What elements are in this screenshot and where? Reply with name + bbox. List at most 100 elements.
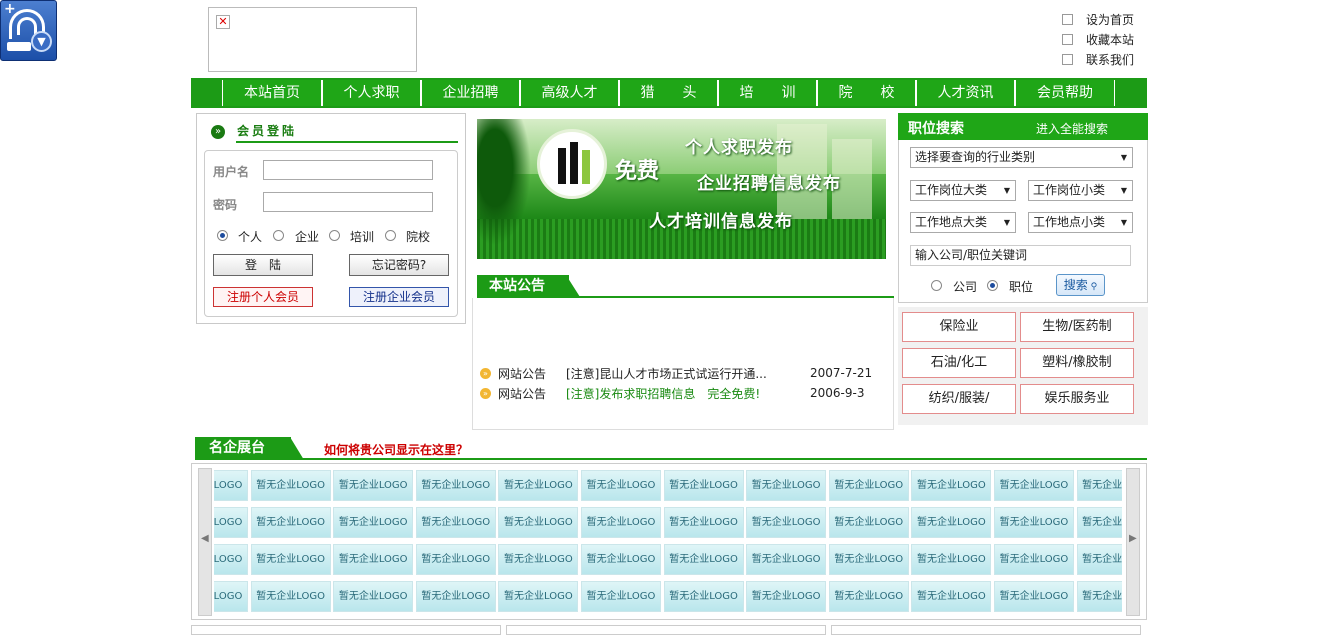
- launcher-widget[interactable]: + ▼: [0, 0, 57, 61]
- company-logo-placeholder[interactable]: 暂无企业LOGO: [333, 507, 414, 538]
- chevron-down-icon[interactable]: ▼: [31, 31, 52, 52]
- radio-school[interactable]: [385, 230, 396, 241]
- register-company-button[interactable]: 注册企业会员: [349, 287, 449, 307]
- scope-position-radio[interactable]: [987, 280, 998, 291]
- radio-person[interactable]: [217, 230, 228, 241]
- scope-company-radio[interactable]: [931, 280, 942, 291]
- nav-schools[interactable]: 院 校: [817, 80, 916, 106]
- company-logo-placeholder[interactable]: 暂无企业LOGO: [993, 544, 1074, 575]
- company-logo-placeholder[interactable]: 暂无企业LOGO: [911, 581, 992, 612]
- radio-training-label: 培训: [350, 230, 375, 244]
- dropdown-arrow-icon: ▼: [1003, 186, 1010, 195]
- nav-job-seeking[interactable]: 个人求职: [322, 80, 421, 106]
- company-logo-placeholder[interactable]: 暂无企业LOGO: [1076, 470, 1122, 501]
- company-logo-placeholder[interactable]: 暂无企业LOGO: [214, 470, 248, 501]
- scroll-left-button[interactable]: ◀: [198, 468, 212, 616]
- set-homepage-link[interactable]: 设为首页: [1062, 10, 1134, 28]
- industry-plastics[interactable]: 塑料/橡胶制: [1020, 348, 1134, 378]
- company-logo-placeholder[interactable]: 暂无企业LOGO: [415, 470, 496, 501]
- company-logo-placeholder[interactable]: 暂无企业LOGO: [498, 581, 579, 612]
- company-logo-placeholder[interactable]: 暂无企业LOGO: [663, 581, 744, 612]
- company-logo-placeholder[interactable]: 暂无企业LOGO: [498, 507, 579, 538]
- company-logo-placeholder[interactable]: 暂无企业LOGO: [746, 470, 827, 501]
- company-logo-placeholder[interactable]: 暂无企业LOGO: [828, 470, 909, 501]
- industry-biomedical[interactable]: 生物/医药制: [1020, 312, 1134, 342]
- company-logo-placeholder[interactable]: 暂无企业LOGO: [333, 544, 414, 575]
- company-logo-placeholder[interactable]: 暂无企业LOGO: [1076, 581, 1122, 612]
- notice-item[interactable]: » 网站公告 [注意]昆山人才市场正式试运行开通... 2007-7-21: [480, 364, 872, 382]
- location-minor-select[interactable]: 工作地点小类 ▼: [1028, 212, 1133, 233]
- company-logo-placeholder[interactable]: 暂无企业LOGO: [993, 581, 1074, 612]
- radio-company[interactable]: [273, 230, 284, 241]
- dropdown-arrow-icon: ▼: [1120, 153, 1127, 162]
- register-person-button[interactable]: 注册个人会员: [213, 287, 313, 307]
- featured-title: 名企展台: [195, 437, 291, 460]
- location-major-select[interactable]: 工作地点大类 ▼: [910, 212, 1016, 233]
- company-logo-placeholder[interactable]: 暂无企业LOGO: [911, 470, 992, 501]
- company-logo-placeholder[interactable]: 暂无企业LOGO: [663, 544, 744, 575]
- company-logo-placeholder[interactable]: 暂无企业LOGO: [828, 507, 909, 538]
- company-logo-placeholder[interactable]: 暂无企业LOGO: [993, 470, 1074, 501]
- nav-training[interactable]: 培 训: [718, 80, 817, 106]
- notice-item[interactable]: » 网站公告 [注意]发布求职招聘信息 完全免费! 2006-9-3: [480, 384, 864, 402]
- company-logo-placeholder[interactable]: 暂无企业LOGO: [250, 507, 331, 538]
- company-logo-placeholder[interactable]: 暂无企业LOGO: [911, 507, 992, 538]
- company-logo-placeholder[interactable]: 暂无企业LOGO: [911, 544, 992, 575]
- industry-select[interactable]: 选择要查询的行业类别 ▼: [910, 147, 1133, 168]
- nav-member-help[interactable]: 会员帮助: [1015, 80, 1115, 106]
- industry-petrochemical[interactable]: 石油/化工: [902, 348, 1016, 378]
- company-logo-placeholder[interactable]: 暂无企业LOGO: [993, 507, 1074, 538]
- company-logo-placeholder[interactable]: 暂无企业LOGO: [415, 507, 496, 538]
- nav-talent-news[interactable]: 人才资讯: [916, 80, 1015, 106]
- company-logo-placeholder[interactable]: 暂无企业LOGO: [663, 470, 744, 501]
- contact-us-link[interactable]: 联系我们: [1062, 50, 1134, 68]
- scroll-right-button[interactable]: ▶: [1126, 468, 1140, 616]
- nav-home[interactable]: 本站首页: [222, 80, 322, 106]
- company-logo-placeholder[interactable]: 暂无企业LOGO: [828, 581, 909, 612]
- company-logo-placeholder[interactable]: 暂无企业LOGO: [828, 544, 909, 575]
- nav-headhunter[interactable]: 猎 头: [619, 80, 718, 106]
- company-logo-placeholder[interactable]: 暂无企业LOGO: [250, 581, 331, 612]
- company-logo-placeholder[interactable]: 暂无企业LOGO: [1076, 507, 1122, 538]
- featured-hint-link[interactable]: 如何将贵公司显示在这里？: [324, 441, 468, 458]
- company-logo-placeholder[interactable]: 暂无企业LOGO: [498, 470, 579, 501]
- radio-training[interactable]: [329, 230, 340, 241]
- company-logo-placeholder[interactable]: 暂无企业LOGO: [250, 470, 331, 501]
- company-logo-placeholder[interactable]: 暂无企业LOGO: [1076, 544, 1122, 575]
- industry-textile[interactable]: 纺织/服装/: [902, 384, 1016, 414]
- company-logo-placeholder[interactable]: 暂无企业LOGO: [580, 544, 661, 575]
- company-logo-placeholder[interactable]: 暂无企业LOGO: [415, 544, 496, 575]
- banner-line3: 人才培训信息发布: [649, 212, 793, 232]
- company-logo-placeholder[interactable]: 暂无企业LOGO: [580, 581, 661, 612]
- company-logo-placeholder[interactable]: 暂无企业LOGO: [746, 507, 827, 538]
- nav-senior-talent[interactable]: 高级人才: [520, 80, 619, 106]
- company-logo-placeholder[interactable]: 暂无企业LOGO: [746, 544, 827, 575]
- company-logo-placeholder[interactable]: 暂无企业LOGO: [333, 581, 414, 612]
- company-logo-placeholder[interactable]: 暂无企业LOGO: [580, 507, 661, 538]
- forgot-password-button[interactable]: 忘记密码?: [349, 254, 449, 276]
- company-logo-placeholder[interactable]: 暂无企业LOGO: [214, 581, 248, 612]
- industry-entertainment[interactable]: 娱乐服务业: [1020, 384, 1134, 414]
- company-logo-placeholder[interactable]: 暂无企业LOGO: [580, 470, 661, 501]
- job-major-select[interactable]: 工作岗位大类 ▼: [910, 180, 1016, 201]
- company-logo-placeholder[interactable]: 暂无企业LOGO: [333, 470, 414, 501]
- search-button[interactable]: 搜索 ⚲: [1056, 274, 1105, 296]
- nav-recruitment[interactable]: 企业招聘: [421, 80, 520, 106]
- advanced-search-link[interactable]: 进入全能搜索: [1036, 120, 1108, 137]
- password-input[interactable]: [263, 192, 433, 212]
- company-logo-placeholder[interactable]: 暂无企业LOGO: [250, 544, 331, 575]
- username-input[interactable]: [263, 160, 433, 180]
- company-logo-placeholder[interactable]: 暂无企业LOGO: [663, 507, 744, 538]
- company-logo-placeholder[interactable]: 暂无企业LOGO: [746, 581, 827, 612]
- industry-insurance[interactable]: 保险业: [902, 312, 1016, 342]
- login-button[interactable]: 登 陆: [213, 254, 313, 276]
- keyword-input[interactable]: 输入公司/职位关键词: [910, 245, 1131, 266]
- company-logo-placeholder[interactable]: 暂无企业LOGO: [214, 507, 248, 538]
- bookmark-site-link[interactable]: 收藏本站: [1062, 30, 1134, 48]
- company-logo-placeholder[interactable]: 暂无企业LOGO: [498, 544, 579, 575]
- company-logo-placeholder[interactable]: 暂无企业LOGO: [214, 544, 248, 575]
- company-logo-placeholder[interactable]: 暂无企业LOGO: [415, 581, 496, 612]
- header-ad-image: ✕: [208, 7, 417, 72]
- promo-banner[interactable]: 免费 个人求职发布 企业招聘信息发布 人才培训信息发布: [477, 119, 886, 259]
- job-minor-select[interactable]: 工作岗位小类 ▼: [1028, 180, 1133, 201]
